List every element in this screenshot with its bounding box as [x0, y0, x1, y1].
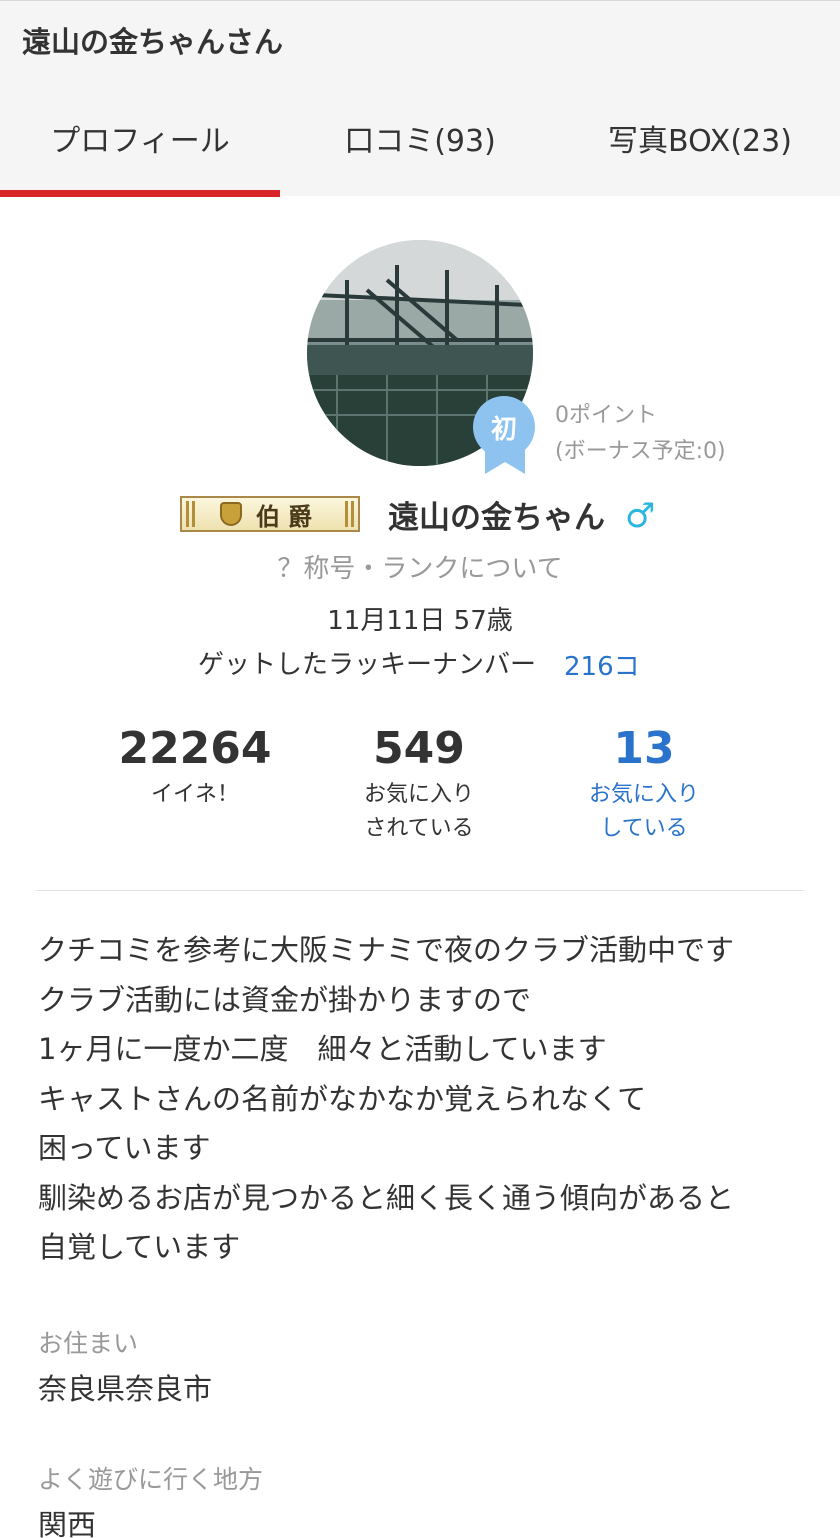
bio-line: クチコミを参考に大阪ミナミで夜のクラブ活動中です — [38, 933, 735, 967]
bio-line: 困っています — [38, 1131, 211, 1165]
bio-line: 自覚しています — [38, 1230, 241, 1264]
user-name: 遠山の金ちゃん — [388, 500, 605, 536]
rank-badge: 伯爵 — [180, 496, 360, 532]
stat-favorited: 549 お気に入り されている — [309, 720, 529, 846]
lucky-number-link[interactable]: 216コ — [564, 646, 640, 683]
stat-label: イイネ！ — [150, 782, 239, 807]
tab-bar: プロフィール 口コミ(93) 写真BOX(23) — [0, 101, 840, 197]
tab-profile[interactable]: プロフィール — [0, 101, 280, 197]
header: 遠山の金ちゃんさん プロフィール 口コミ(93) 写真BOX(23) — [0, 0, 840, 197]
shield-icon — [220, 502, 242, 526]
beginner-badge: 初 — [473, 396, 537, 476]
rank-info-link[interactable]: ？称号・ランクについて — [0, 548, 840, 585]
stat-label-line2[interactable]: している — [534, 812, 754, 846]
birthday-age: 11月11日 57歳 — [327, 606, 513, 636]
lucky-number-label: ゲットしたラッキーナンバー — [198, 650, 537, 680]
bio-line: 馴染めるお店が見つかると細く長く通う傾向があると — [38, 1180, 735, 1215]
area-value: 関西 — [38, 1508, 97, 1538]
bio-text: クチコミを参考に大阪ミナミで夜のクラブ活動中です クラブ活動には資金が掛かります… — [38, 926, 818, 1273]
stat-value: 22264 — [118, 723, 272, 774]
stat-likes: 22264 イイネ！ — [85, 720, 305, 812]
bio-line: 1ヶ月に一度か二度 細々と活動しています — [38, 1032, 607, 1066]
stat-label-line2: されている — [364, 816, 474, 841]
stat-label[interactable]: お気に入り — [534, 778, 754, 812]
points-info: 0ポイント (ボーナス予定:0) — [555, 398, 726, 470]
residence-value: 奈良県奈良市 — [38, 1372, 213, 1406]
area-label: よく遊びに行く地方 — [38, 1465, 264, 1494]
male-icon: ♂ — [625, 496, 656, 536]
bonus-value: (ボーナス予定:0) — [555, 439, 726, 464]
bio-line: クラブ活動には資金が掛かりますので — [38, 982, 532, 1017]
active-tab-indicator — [0, 190, 280, 197]
tab-photo-box[interactable]: 写真BOX(23) — [560, 101, 840, 197]
bio-line: キャストさんの名前がなかなか覚えられなくて — [38, 1081, 647, 1116]
tab-reviews[interactable]: 口コミ(93) — [280, 101, 560, 197]
divider — [36, 890, 804, 891]
stat-label: お気に入り — [363, 782, 474, 807]
stat-value[interactable]: 13 — [534, 720, 754, 778]
rank-title: 伯爵 — [256, 502, 320, 531]
badge-label: 初 — [473, 396, 535, 458]
page-title: 遠山の金ちゃんさん — [22, 25, 284, 59]
points-value: 0ポイント — [555, 403, 657, 428]
stat-value: 549 — [373, 723, 465, 774]
stat-favoriting[interactable]: 13 お気に入り している — [534, 720, 754, 846]
residence-label: お住まい — [38, 1329, 139, 1358]
